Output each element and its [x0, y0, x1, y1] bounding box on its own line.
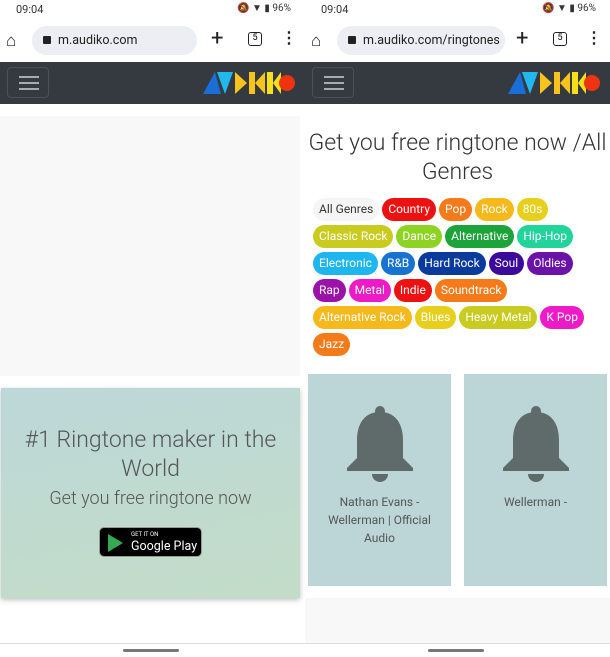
more-menu-icon[interactable]: ⋮	[586, 28, 602, 47]
ringtone-title: Wellerman -	[503, 495, 568, 509]
new-tab-icon[interactable]: +	[516, 26, 528, 51]
lock-icon	[348, 36, 356, 44]
genre-chip[interactable]: All Genres	[313, 198, 380, 221]
genre-chip[interactable]: Alternative Rock	[313, 306, 412, 329]
genre-chip[interactable]: Oldies	[527, 252, 573, 275]
promo-headline: #1 Ringtone maker in the World	[24, 426, 277, 482]
home-handle[interactable]	[123, 649, 179, 652]
browser-toolbar: ⌂ m.audiko.com/ringtones + 5 ⋮	[305, 20, 610, 62]
clock: 09:04	[321, 3, 349, 16]
genre-chip[interactable]: Heavy Metal	[459, 306, 538, 329]
ringtone-card[interactable]: Nathan Evans - Wellerman | Official Audi…	[308, 374, 451, 586]
site-header	[0, 62, 305, 104]
badge-big-text: Google Play	[131, 539, 198, 554]
gesture-nav-bar	[305, 643, 610, 657]
audiko-logo	[203, 72, 295, 94]
left-screen: 09:04 🔕 ▼ ▮ 96% ⌂ m.audiko.com + 5 ⋮ #1 …	[0, 0, 305, 657]
right-screen: 09:04 🔕 ▼ ▮ 96% ⌂ m.audiko.com/ringtones…	[305, 0, 610, 657]
home-icon[interactable]: ⌂	[6, 31, 16, 51]
gesture-nav-bar	[0, 643, 305, 657]
genre-chip[interactable]: Soul	[488, 252, 525, 275]
tab-switcher-button[interactable]: 5	[248, 32, 262, 46]
system-icons: 🔕 ▼ ▮ 96%	[237, 3, 291, 14]
browser-toolbar: ⌂ m.audiko.com + 5 ⋮	[0, 20, 305, 62]
audiko-logo	[508, 72, 600, 94]
ad-placeholder	[0, 116, 300, 376]
bell-icon	[502, 406, 569, 482]
genre-chip[interactable]: Electronic	[313, 252, 378, 275]
genre-chip[interactable]: Alternative	[445, 225, 515, 248]
genre-chip[interactable]: Metal	[348, 279, 391, 302]
clock: 09:04	[16, 3, 44, 16]
genre-chip[interactable]: Classic Rock	[313, 225, 394, 248]
genre-chip[interactable]: Hip-Hop	[517, 225, 573, 248]
genre-chip[interactable]: Rap	[313, 279, 346, 302]
status-bar: 09:04 🔕 ▼ ▮ 96%	[0, 0, 305, 20]
url-text: m.audiko.com	[58, 33, 138, 48]
badge-small-text: GET IT ON	[131, 531, 159, 538]
battery-level: 96%	[577, 3, 596, 14]
page-title: Get you free ringtone now /All Genres	[308, 129, 607, 185]
genre-chip[interactable]: Jazz	[313, 333, 351, 356]
promo-card: #1 Ringtone maker in the World Get you f…	[1, 388, 300, 598]
genre-chip[interactable]: Dance	[396, 225, 443, 248]
footer-area	[305, 598, 610, 643]
genre-chip[interactable]: Hard Rock	[418, 252, 486, 275]
status-bar: 09:04 🔕 ▼ ▮ 96%	[305, 0, 610, 20]
hamburger-menu-button[interactable]	[312, 67, 354, 98]
ringtone-title: Nathan Evans - Wellerman | Official Audi…	[328, 495, 431, 545]
genre-chip[interactable]: Country	[382, 198, 436, 221]
google-play-button[interactable]: GET IT ON Google Play	[99, 527, 202, 557]
genre-list: All Genres Country Pop Rock 80s Classic Rock D…	[313, 198, 605, 356]
new-tab-icon[interactable]: +	[211, 26, 223, 51]
hamburger-menu-button[interactable]	[7, 67, 49, 98]
genre-chip[interactable]: Soundtrack	[434, 279, 508, 302]
google-play-icon	[108, 534, 123, 552]
tab-switcher-button[interactable]: 5	[553, 32, 567, 46]
system-icons: 🔕 ▼ ▮ 96%	[542, 3, 596, 14]
lock-icon	[43, 36, 51, 44]
home-handle[interactable]	[428, 649, 484, 652]
address-bar[interactable]: m.audiko.com/ringtones	[337, 26, 505, 55]
home-icon[interactable]: ⌂	[311, 31, 321, 51]
address-bar[interactable]: m.audiko.com	[32, 26, 197, 55]
bell-icon	[346, 406, 413, 482]
genre-chip[interactable]: Indie	[393, 279, 432, 302]
more-menu-icon[interactable]: ⋮	[281, 28, 297, 47]
promo-subtitle: Get you free ringtone now	[49, 488, 252, 509]
genre-chip[interactable]: Pop	[439, 198, 473, 221]
site-header	[305, 62, 610, 104]
genre-chip[interactable]: R&B	[380, 252, 416, 275]
genre-chip[interactable]: Rock	[475, 198, 514, 221]
battery-level: 96%	[272, 3, 291, 14]
genre-chip[interactable]: K Pop	[540, 306, 584, 329]
url-text: m.audiko.com/ringtones	[363, 33, 500, 48]
genre-chip[interactable]: Blues	[414, 306, 457, 329]
ringtone-card[interactable]: Wellerman -	[464, 374, 607, 586]
genre-chip[interactable]: 80s	[516, 198, 549, 221]
